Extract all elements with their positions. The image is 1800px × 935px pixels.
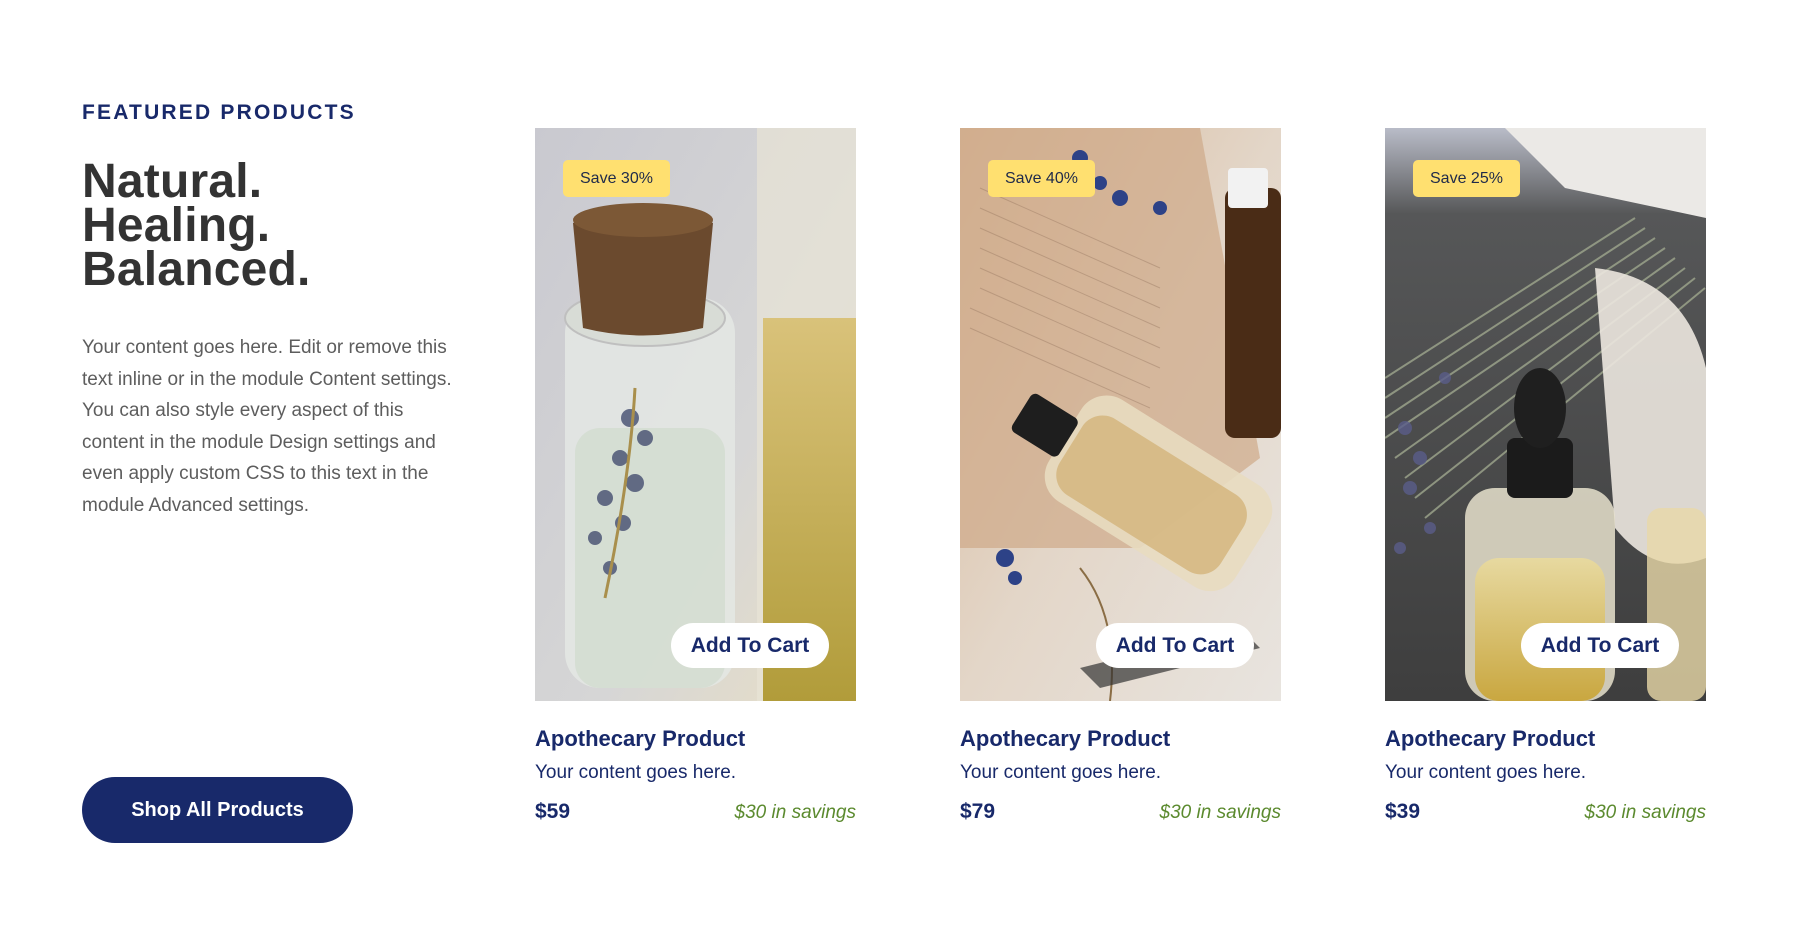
add-to-cart-button[interactable]: Add To Cart — [1521, 623, 1679, 668]
product-name[interactable]: Apothecary Product — [535, 725, 856, 753]
product-photo-cork-bottle — [535, 128, 856, 701]
section-body-text: Your content goes here. Edit or remove t… — [82, 337, 452, 516]
product-image-3[interactable]: Save 25% Add To Cart — [1385, 128, 1706, 701]
product-card-3: Save 25% Add To Cart Apothecary Product … — [1385, 128, 1706, 824]
discount-badge: Save 40% — [988, 160, 1095, 197]
discount-badge: Save 30% — [563, 160, 670, 197]
product-savings: $30 in savings — [1159, 802, 1281, 823]
shop-all-products-button[interactable]: Shop All Products — [82, 777, 353, 843]
product-price: $39 — [1385, 800, 1421, 823]
product-card-1: Save 30% Add To Cart Apothecary Product … — [535, 128, 856, 824]
product-image-1[interactable]: Save 30% Add To Cart — [535, 128, 856, 701]
section-headline: Natural. Healing. Balanced. — [82, 158, 462, 294]
product-image-2[interactable]: Save 40% Add To Cart — [960, 128, 1281, 701]
product-description: Your content goes here. — [535, 762, 737, 783]
product-photo-bottle-on-paper — [960, 128, 1281, 701]
product-card-2: Save 40% Add To Cart Apothecary Product … — [960, 128, 1281, 824]
product-name[interactable]: Apothecary Product — [1385, 725, 1706, 753]
product-savings: $30 in savings — [1584, 802, 1706, 823]
price-row: $79 $30 in savings — [960, 800, 1281, 824]
product-description: Your content goes here. — [1385, 762, 1587, 783]
product-price: $79 — [960, 800, 996, 823]
product-photo-dropper-lavender — [1385, 128, 1706, 701]
discount-badge: Save 25% — [1413, 160, 1520, 197]
price-row: $39 $30 in savings — [1385, 800, 1706, 824]
section-eyebrow: FEATURED PRODUCTS — [82, 101, 356, 124]
price-row: $59 $30 in savings — [535, 800, 856, 824]
headline-line-2: Balanced. — [82, 243, 311, 296]
product-description: Your content goes here. — [960, 762, 1162, 783]
headline-line-1: Natural. Healing. — [82, 155, 271, 252]
product-price: $59 — [535, 800, 571, 823]
add-to-cart-button[interactable]: Add To Cart — [671, 623, 829, 668]
product-savings: $30 in savings — [734, 802, 856, 823]
add-to-cart-button[interactable]: Add To Cart — [1096, 623, 1254, 668]
product-name[interactable]: Apothecary Product — [960, 725, 1281, 753]
featured-intro: FEATURED PRODUCTS Natural. Healing. Bala… — [82, 100, 462, 521]
